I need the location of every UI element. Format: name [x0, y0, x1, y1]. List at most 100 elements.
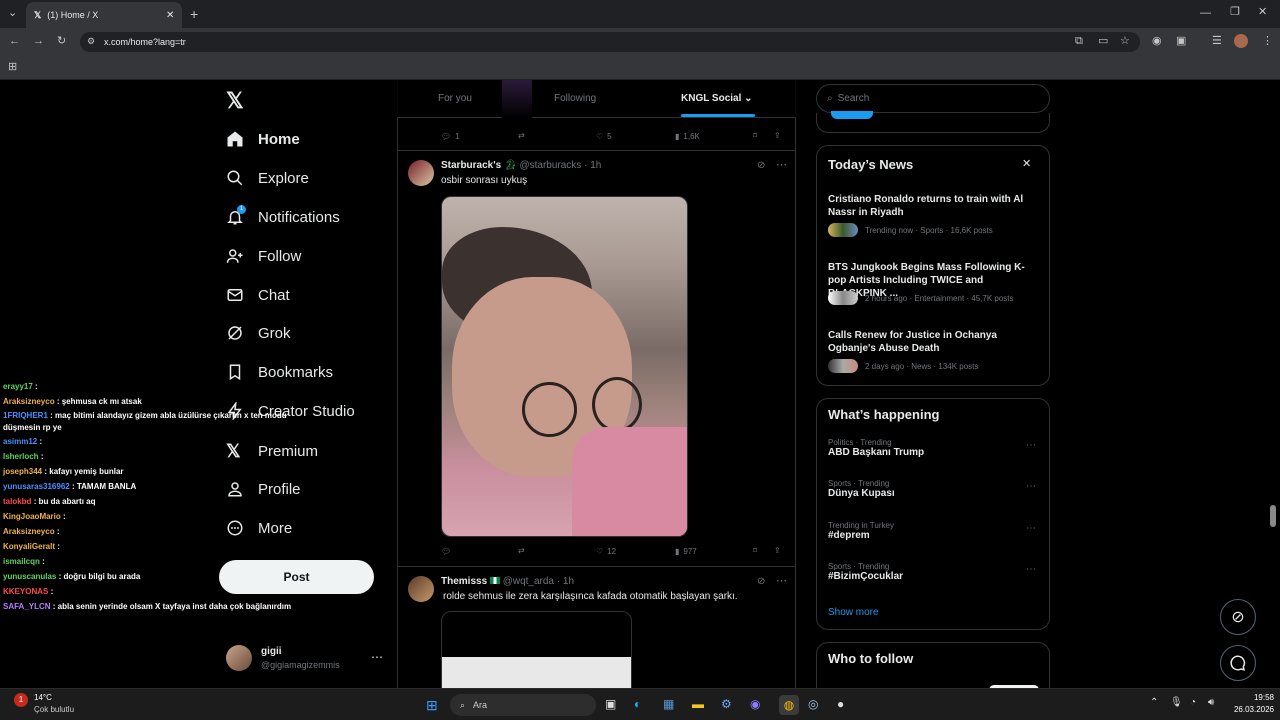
- tab-for-you[interactable]: For you: [438, 93, 472, 104]
- start-icon[interactable]: ⊞: [426, 697, 438, 714]
- reading-list-icon[interactable]: ☰: [1212, 36, 1222, 47]
- post-time[interactable]: 1h: [563, 576, 574, 587]
- reply-button[interactable]: 💬︎: [441, 547, 451, 556]
- author-name[interactable]: Starburack's: [441, 160, 501, 171]
- translate-icon[interactable]: ⧉: [1075, 36, 1083, 47]
- chat-username: ismailcqn: [3, 557, 40, 566]
- grok-fab-icon[interactable]: ⊘: [1220, 599, 1256, 635]
- site-info-icon[interactable]: ⚙: [87, 37, 95, 46]
- views-button[interactable]: ▮ 977: [675, 547, 697, 556]
- trend-item[interactable]: Sports · Trending #BizimÇocuklar ⋯: [828, 562, 1040, 582]
- obs-icon[interactable]: ●: [837, 697, 844, 711]
- trend-item[interactable]: Trending in Turkey #deprem ⋯: [828, 521, 1040, 541]
- share-button[interactable]: ⇪: [774, 131, 781, 140]
- sidebar-item-premium[interactable]: 𝕏 Premium: [226, 441, 318, 462]
- trend-more-icon[interactable]: ⋯: [1026, 523, 1036, 534]
- apps-grid-icon[interactable]: ⊞: [8, 62, 17, 73]
- author-handle[interactable]: @starburacks: [519, 160, 581, 171]
- cast-icon[interactable]: ▭: [1098, 36, 1108, 47]
- author-name[interactable]: Themisss: [441, 576, 487, 587]
- steam-icon[interactable]: ◎: [808, 697, 818, 711]
- mic-icon[interactable]: 🎙︎: [1170, 697, 1183, 708]
- reply-icon: 💬︎: [441, 547, 452, 556]
- edge-icon[interactable]: ◐: [634, 697, 641, 711]
- avatar[interactable]: [408, 160, 434, 186]
- post-more-icon[interactable]: ⋯: [776, 574, 787, 587]
- sidebar-item-profile[interactable]: Profile: [226, 480, 301, 498]
- sidebar-item-home[interactable]: Home: [226, 130, 300, 148]
- forward-icon[interactable]: →: [33, 36, 44, 47]
- sidebar-item-explore[interactable]: Explore: [226, 169, 309, 187]
- like-button[interactable]: ♡ 5: [596, 132, 612, 141]
- profile-avatar-icon[interactable]: [1234, 34, 1248, 48]
- file-explorer-icon[interactable]: ▬: [692, 697, 704, 711]
- browser-tab[interactable]: 𝕏 (1) Home / X ✕: [26, 2, 182, 28]
- account-more-icon[interactable]: ⋯: [371, 650, 383, 664]
- extension-icon[interactable]: ◉: [1152, 36, 1162, 47]
- back-icon[interactable]: ←: [9, 36, 20, 47]
- store-icon[interactable]: ▦: [663, 697, 674, 711]
- close-icon[interactable]: ✕: [1022, 157, 1031, 170]
- wifi-icon[interactable]: ◔: [1190, 697, 1196, 708]
- settings-icon[interactable]: ⚙: [721, 697, 732, 711]
- bookmark-button[interactable]: ⌑: [753, 131, 757, 140]
- reload-icon[interactable]: ↻: [57, 36, 66, 47]
- sidebar-item-chat[interactable]: Chat: [226, 286, 290, 304]
- like-button[interactable]: ♡ 12: [596, 547, 616, 556]
- new-tab-icon[interactable]: +: [190, 7, 198, 21]
- post-image[interactable]: [441, 611, 632, 691]
- window-close-icon[interactable]: ✕: [1258, 7, 1267, 18]
- trend-item[interactable]: Sports · Trending Dünya Kupası ⋯: [828, 479, 1040, 499]
- sidebar-item-follow[interactable]: Follow: [226, 247, 301, 265]
- reply-button[interactable]: 💬︎ 1: [441, 132, 460, 141]
- account-avatar[interactable]: [226, 645, 252, 671]
- trend-item[interactable]: Politics · Trending ABD Başkanı Trump ⋯: [828, 438, 1040, 458]
- post-time[interactable]: 1h: [590, 160, 601, 171]
- tray-chevron-icon[interactable]: ⌃: [1150, 697, 1158, 708]
- clock-date[interactable]: 26.03.2026: [1226, 705, 1274, 714]
- discord-icon[interactable]: ◉: [750, 697, 760, 711]
- repost-button[interactable]: ⇄: [518, 131, 525, 140]
- post-image[interactable]: [441, 196, 688, 537]
- address-bar[interactable]: ⚙ x.com/home?lang=tr ⧉ ▭ ☆: [80, 32, 1140, 52]
- sidebar-item-more[interactable]: More: [226, 519, 292, 537]
- tab-search-icon[interactable]: ⌄: [8, 8, 17, 19]
- chat-fab-icon[interactable]: [1220, 645, 1256, 681]
- task-view-icon[interactable]: ▣: [605, 697, 616, 711]
- news-item[interactable]: Calls Renew for Justice in Ochanya Ogban…: [828, 329, 1040, 373]
- sidebar-item-bookmarks[interactable]: Bookmarks: [226, 363, 333, 381]
- share-button[interactable]: ⇪: [774, 546, 781, 555]
- tab-following[interactable]: Following: [554, 93, 596, 104]
- taskbar-search[interactable]: ⌕ Ara: [450, 694, 596, 716]
- tab-kngl-social[interactable]: KNGL Social ⌄: [681, 93, 753, 104]
- bookmark-button[interactable]: ⌑: [753, 546, 757, 555]
- puzzle-icon[interactable]: ▣: [1176, 36, 1186, 47]
- chat-username: Isherloch: [3, 452, 39, 461]
- chrome-menu-icon[interactable]: ⋮: [1262, 36, 1273, 47]
- search-input[interactable]: ⌕ Search: [816, 84, 1050, 113]
- maximize-icon[interactable]: ❐: [1230, 7, 1240, 18]
- volume-icon[interactable]: 🔊︎: [1208, 697, 1214, 708]
- grok-post-icon[interactable]: ⊘: [757, 576, 765, 587]
- bookmark-star-icon[interactable]: ☆: [1120, 36, 1130, 47]
- views-button[interactable]: ▮ 1,6K: [675, 132, 700, 141]
- minimize-icon[interactable]: —: [1200, 8, 1211, 19]
- close-tab-icon[interactable]: ✕: [166, 10, 174, 21]
- trend-more-icon[interactable]: ⋯: [1026, 440, 1036, 451]
- page-scrollbar[interactable]: [1270, 505, 1276, 527]
- weather-icon[interactable]: 1: [14, 693, 28, 707]
- repost-button[interactable]: ⇄: [518, 546, 525, 555]
- trend-more-icon[interactable]: ⋯: [1026, 481, 1036, 492]
- show-more-link[interactable]: Show more: [828, 607, 879, 618]
- news-item[interactable]: BTS Jungkook Begins Mass Following K-pop…: [828, 261, 1040, 305]
- clock-time[interactable]: 19:58: [1236, 693, 1274, 702]
- chrome-icon[interactable]: ◍: [779, 695, 799, 715]
- grok-post-icon[interactable]: ⊘: [757, 160, 765, 171]
- author-handle[interactable]: @wqt_arda: [503, 576, 554, 587]
- avatar[interactable]: [408, 576, 434, 602]
- post-more-icon[interactable]: ⋯: [776, 158, 787, 171]
- sidebar-item-grok[interactable]: Grok: [226, 324, 291, 342]
- post-button[interactable]: Post: [219, 560, 374, 594]
- news-item[interactable]: Cristiano Ronaldo returns to train with …: [828, 193, 1040, 237]
- trend-more-icon[interactable]: ⋯: [1026, 564, 1036, 575]
